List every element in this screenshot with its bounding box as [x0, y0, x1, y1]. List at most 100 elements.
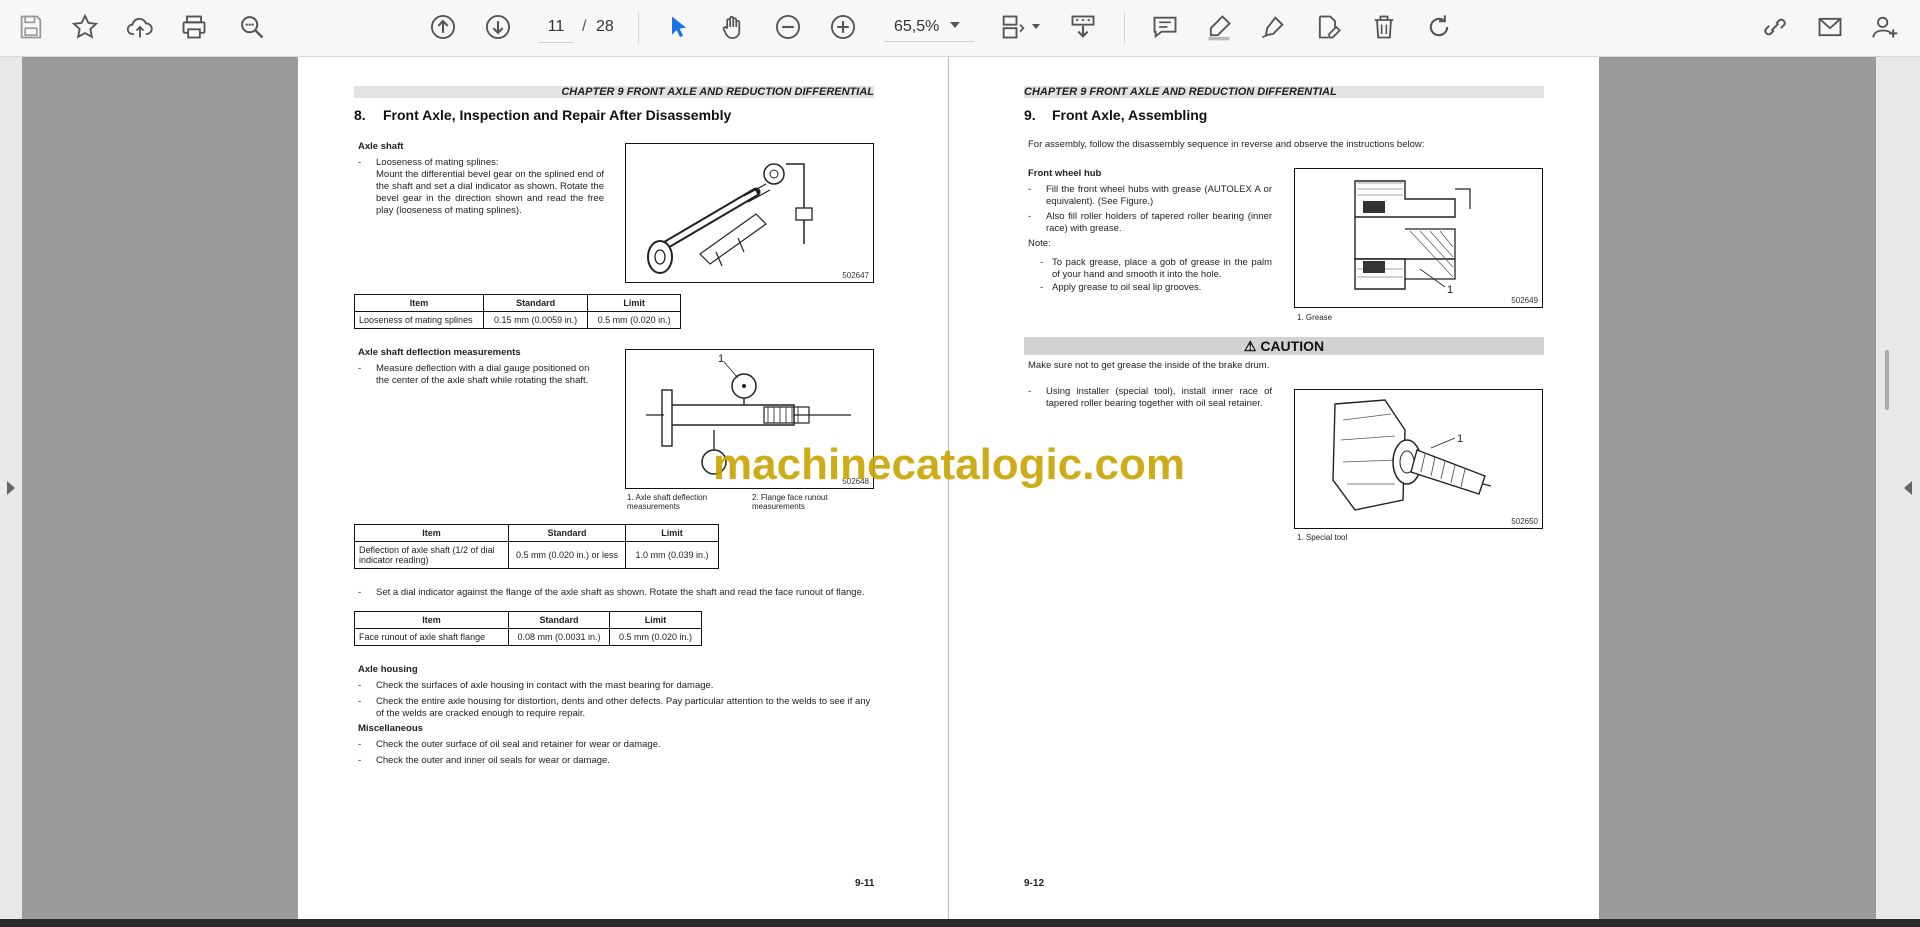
table-cell: 1.0 mm (0.039 in.): [625, 541, 719, 569]
table-header: Item: [354, 611, 509, 629]
fig-callout: 1: [1457, 433, 1463, 445]
bookmark-star-icon[interactable]: [68, 10, 102, 44]
chapter-header: CHAPTER 9 FRONT AXLE AND REDUCTION DIFFE…: [1024, 86, 1544, 98]
page-total: 28: [596, 18, 614, 35]
figure-caption-1: 1. Axle shaft deflection measurements: [627, 493, 708, 511]
hub-item: Fill the front wheel hubs with grease (A…: [1046, 184, 1272, 207]
spec-table-deflection: Item Standard Limit Deflection of axle s…: [354, 524, 719, 569]
page-fit-dropdown-icon[interactable]: [1032, 24, 1040, 29]
share-icon[interactable]: [1758, 10, 1792, 44]
subheading-axle-shaft: Axle shaft: [358, 141, 404, 152]
scroll-mode-icon[interactable]: [1066, 10, 1100, 44]
figure-code: 502650: [1511, 517, 1538, 526]
note-item: To pack grease, place a gob of grease in…: [1052, 257, 1272, 280]
toolbar-divider: [638, 12, 639, 44]
zoom-in-icon[interactable]: [826, 10, 860, 44]
draw-icon[interactable]: [1256, 10, 1290, 44]
figure-wheel-hub-grease: 1 502649: [1294, 168, 1543, 308]
note-item: Apply grease to oil seal lip grooves.: [1052, 282, 1202, 293]
zoom-level-select[interactable]: 65,5%: [884, 12, 974, 42]
table-cell: 0.08 mm (0.0031 in.): [508, 628, 610, 646]
table-cell: Face runout of axle shaft flange: [354, 628, 509, 646]
table-cell: 0.5 mm (0.020 in.): [587, 311, 681, 329]
spec-table-splines: Item Standard Limit Looseness of mating …: [354, 294, 681, 329]
runout-item: Set a dial indicator against the flange …: [376, 587, 865, 598]
caution-text: Make sure not to get grease the inside o…: [1028, 360, 1270, 371]
figure-special-tool: 1 502650: [1294, 389, 1543, 529]
caution-title: CAUTION: [1260, 338, 1325, 354]
zoom-search-icon[interactable]: [235, 10, 269, 44]
toolbar: 11 / 28 65,5%: [0, 0, 1920, 57]
table-header: Limit: [609, 611, 702, 629]
comment-icon[interactable]: [1148, 10, 1182, 44]
housing-item: Check the surfaces of axle housing in co…: [376, 680, 714, 691]
toolbar-divider: [1124, 12, 1125, 44]
page-up-icon[interactable]: [426, 10, 460, 44]
select-arrow-icon[interactable]: [662, 10, 696, 44]
bottom-bar: [0, 919, 1920, 927]
installer-item: Using installer (special tool), install …: [1046, 386, 1272, 409]
special-tool-illustration: 1: [1332, 399, 1492, 511]
page-fit-icon[interactable]: [996, 10, 1030, 44]
page-separator: /: [582, 18, 587, 35]
bullet-dash: -: [358, 363, 362, 374]
page-down-icon[interactable]: [481, 10, 515, 44]
axle-shaft-item: Looseness of mating splines:: [376, 157, 499, 168]
figure-axle-shaft-splines: 502647: [625, 143, 874, 283]
section-title: Front Axle, Assembling: [1052, 107, 1208, 123]
bullet-dash: -: [358, 157, 362, 168]
highlight-icon[interactable]: [1202, 10, 1236, 44]
bullet-dash: -: [1028, 211, 1032, 222]
deflection-item: Measure deflection with a dial gauge pos…: [376, 363, 590, 386]
table-header: Limit: [625, 524, 719, 542]
page-number-right: 9-12: [1024, 878, 1045, 889]
zoom-out-icon[interactable]: [771, 10, 805, 44]
add-user-icon[interactable]: [1868, 10, 1902, 44]
table-header: Limit: [587, 294, 681, 312]
section-title: Front Axle, Inspection and Repair After …: [383, 107, 732, 123]
axle-shaft-paragraph: Mount the differential bevel gear on the…: [376, 169, 604, 216]
table-header: Standard: [508, 611, 610, 629]
hand-icon[interactable]: [716, 10, 750, 44]
figure-caption: 1. Special tool: [1297, 533, 1348, 542]
subheading-miscellaneous: Miscellaneous: [358, 723, 423, 734]
warning-icon: ⚠: [1243, 338, 1257, 354]
upload-icon[interactable]: [123, 10, 157, 44]
section-number: 9.: [1024, 107, 1036, 123]
intro-text: For assembly, follow the disassembly seq…: [1028, 139, 1425, 150]
misc-item: Check the outer surface of oil seal and …: [376, 739, 661, 750]
zoom-dropdown-icon[interactable]: [950, 22, 960, 28]
fig-callout: 1: [1447, 284, 1453, 296]
right-panel-strip: [1876, 57, 1920, 919]
subheading-front-wheel-hub: Front wheel hub: [1028, 168, 1102, 179]
redo-icon[interactable]: [1422, 10, 1456, 44]
wheel-hub-illustration: 1: [1354, 180, 1471, 296]
save-icon[interactable]: [14, 10, 48, 44]
bullet-dash: -: [358, 739, 362, 750]
caution-banner: ⚠ CAUTION: [1024, 337, 1544, 355]
mail-icon[interactable]: [1813, 10, 1847, 44]
table-row: Looseness of mating splines 0.15 mm (0.0…: [354, 311, 681, 329]
figure-caption-2: 2. Flange face runout measurements: [752, 493, 828, 511]
edit-pdf-icon[interactable]: [1311, 10, 1345, 44]
table-cell: 0.15 mm (0.0059 in.): [482, 311, 589, 329]
housing-item: Check the entire axle housing for distor…: [376, 696, 871, 719]
table-header: Standard: [482, 294, 589, 312]
spec-table-runout: Item Standard Limit Face runout of axle …: [354, 611, 702, 646]
fig-callout: 1: [718, 353, 724, 365]
table-row: Face runout of axle shaft flange 0.08 mm…: [354, 628, 702, 646]
table-row: Deflection of axle shaft (1/2 of dial in…: [354, 541, 719, 569]
page-number-input[interactable]: 11: [539, 12, 573, 43]
bullet-dash: -: [1028, 386, 1032, 397]
table-cell: 0.5 mm (0.020 in.): [609, 628, 702, 646]
table-cell: Deflection of axle shaft (1/2 of dial in…: [354, 541, 509, 569]
delete-icon[interactable]: [1367, 10, 1401, 44]
figure-code: 502647: [842, 271, 869, 280]
hub-item: Also fill roller holders of tapered roll…: [1046, 211, 1272, 234]
table-header: Standard: [508, 524, 626, 542]
scrollbar-thumb[interactable]: [1885, 350, 1889, 410]
print-icon[interactable]: [177, 10, 211, 44]
expand-left-panel-icon[interactable]: [7, 481, 15, 495]
expand-right-panel-icon[interactable]: [1904, 481, 1912, 495]
bullet-dash: -: [1028, 184, 1032, 195]
